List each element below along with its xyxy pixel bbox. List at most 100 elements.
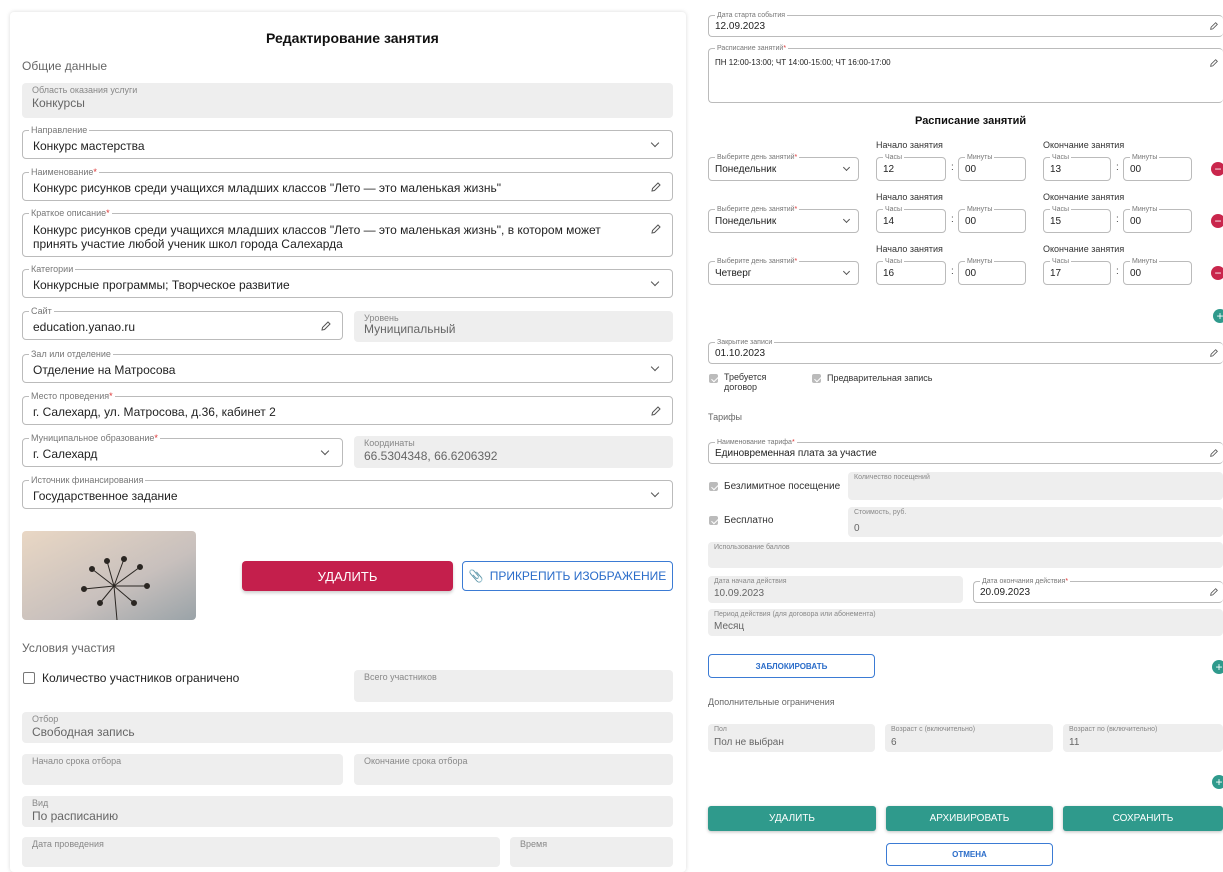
start-hours-field[interactable]: Часы 12 [876,153,946,181]
day-select[interactable]: Выберите день занятий* Четверг [708,257,859,285]
visits-count-label: Количество посещений [854,474,930,481]
pencil-icon[interactable] [650,405,662,417]
pencil-icon[interactable] [320,320,332,332]
minutes-label: Минуты [1130,205,1160,214]
chevron-down-icon[interactable] [650,277,660,287]
points-field: Использование баллов [708,542,1223,568]
place-field[interactable]: Место проведения* г. Салехард, ул. Матро… [22,390,673,425]
minus-circle-icon[interactable]: − [1211,162,1223,176]
delete-lesson-button[interactable]: УДАЛИТЬ [708,806,876,831]
period-label: Период действия (для договора или абонем… [714,611,876,618]
page-title: Редактирование занятия [266,30,439,46]
end-hours-field[interactable]: Часы 15 [1043,205,1111,233]
start-hours-value: 12 [883,164,895,175]
end-minutes-field[interactable]: Минуты 00 [1123,257,1192,285]
pencil-icon[interactable] [1209,348,1219,358]
minutes-label: Минуты [965,153,995,162]
pencil-icon[interactable] [650,223,662,235]
valid-to-field[interactable]: Дата окончания действия* 20.09.2023 [973,577,1223,603]
pencil-icon[interactable] [1209,587,1219,597]
direction-select[interactable]: Направление Конкурс мастерства [22,124,673,159]
day-select[interactable]: Выберите день занятий* Понедельник [708,153,859,181]
points-label: Использование баллов [714,544,790,551]
start-minutes-field[interactable]: Минуты 00 [958,153,1026,181]
start-date-field[interactable]: Дата старта события 12.09.2023 [708,11,1223,37]
minutes-label: Минуты [1130,257,1160,266]
attach-image-button[interactable]: 📎 ПРИКРЕПИТЬ ИЗОБРАЖЕНИЕ [462,561,673,591]
funding-select[interactable]: Источник финансирования Государственное … [22,474,673,509]
chevron-down-icon[interactable] [842,163,851,172]
chevron-down-icon[interactable] [650,138,660,148]
time-separator: : [951,266,954,277]
name-field[interactable]: Наименование* Конкурс рисунков среди уча… [22,166,673,201]
age-from-label: Возраст с (включительно) [891,726,976,733]
start-hours-value: 16 [883,268,895,279]
start-hours-field[interactable]: Часы 16 [876,257,946,285]
contract-checkbox[interactable] [709,374,718,383]
start-minutes-value: 00 [965,216,977,227]
end-minutes-field[interactable]: Минуты 00 [1123,153,1192,181]
minutes-label: Минуты [965,205,995,214]
coordinates-label: Координаты [364,438,415,448]
site-value: education.yanao.ru [33,320,136,334]
chevron-down-icon[interactable] [650,488,660,498]
chevron-down-icon[interactable] [320,446,330,456]
time-separator: : [1116,214,1119,225]
limited-label: Количество участников ограничено [42,671,240,685]
delete-image-button[interactable]: УДАЛИТЬ [242,561,453,591]
name-value: Конкурс рисунков среди учащихся младших … [33,181,502,195]
start-minutes-field[interactable]: Минуты 00 [958,205,1026,233]
schedule-field[interactable]: Расписание занятий* ПН 12:00-13:00; ЧТ 1… [708,44,1223,103]
time-separator: : [951,214,954,225]
prereg-checkbox[interactable] [812,374,821,383]
day-label: Выберите день занятий* [715,257,800,266]
save-button[interactable]: СОХРАНИТЬ [1063,806,1223,831]
plus-circle-icon[interactable]: + [1212,775,1223,789]
selection-field: Отбор Свободная запись [22,712,673,743]
close-date-field[interactable]: Закрытие записи 01.10.2023 [708,338,1223,364]
plus-circle-icon[interactable]: + [1213,309,1223,323]
pencil-icon[interactable] [1209,21,1219,31]
free-label: Бесплатно [724,515,774,526]
hours-label: Часы [883,205,905,214]
limited-checkbox[interactable] [23,672,35,684]
end-hours-field[interactable]: Часы 17 [1043,257,1111,285]
hours-label: Часы [1050,205,1072,214]
start-minutes-field[interactable]: Минуты 00 [958,257,1026,285]
categories-select[interactable]: Категории Конкурсные программы; Творческ… [22,263,673,298]
start-hours-field[interactable]: Часы 14 [876,205,946,233]
plus-circle-icon[interactable]: + [1212,660,1223,674]
end-minutes-value: 00 [1130,164,1142,175]
cancel-button[interactable]: ОТМЕНА [886,843,1053,866]
chevron-down-icon[interactable] [842,215,851,224]
coordinates-value: 66.5304348, 66.6206392 [364,449,498,463]
hours-label: Часы [883,153,905,162]
archive-button[interactable]: АРХИВИРОВАТЬ [886,806,1053,831]
short-description-value: Конкурс рисунков среди учащихся младших … [33,223,601,251]
prereg-label: Предварительная запись [827,373,933,383]
time-field: Время [510,837,673,867]
minus-circle-icon[interactable]: − [1211,266,1223,280]
hall-select[interactable]: Зал или отделение Отделение на Матросова [22,348,673,383]
municipality-select[interactable]: Муниципальное образование* г. Салехард [22,432,343,467]
day-label: Выберите день занятий* [715,205,800,214]
chevron-down-icon[interactable] [650,362,660,372]
day-select[interactable]: Выберите день занятий* Понедельник [708,205,859,233]
end-minutes-field[interactable]: Минуты 00 [1123,205,1192,233]
end-hours-field[interactable]: Часы 13 [1043,153,1111,181]
minus-circle-icon[interactable]: − [1211,214,1223,228]
free-checkbox[interactable] [709,516,718,525]
site-field[interactable]: Сайт education.yanao.ru [22,305,343,340]
tariff-name-field[interactable]: Наименование тарифа* Единовременная плат… [708,438,1223,464]
age-to-value: 11 [1069,737,1080,748]
pencil-icon[interactable] [1209,448,1219,458]
pencil-icon[interactable] [1209,58,1219,68]
chevron-down-icon[interactable] [842,267,851,276]
block-button[interactable]: ЗАБЛОКИРОВАТЬ [708,654,875,678]
paperclip-icon: 📎 [468,569,484,583]
minutes-label: Минуты [1130,153,1160,162]
unlimited-checkbox[interactable] [709,482,718,491]
pencil-icon[interactable] [650,181,662,193]
short-description-field[interactable]: Краткое описание* Конкурс рисунков среди… [22,207,673,257]
start-date-value: 12.09.2023 [715,21,766,32]
